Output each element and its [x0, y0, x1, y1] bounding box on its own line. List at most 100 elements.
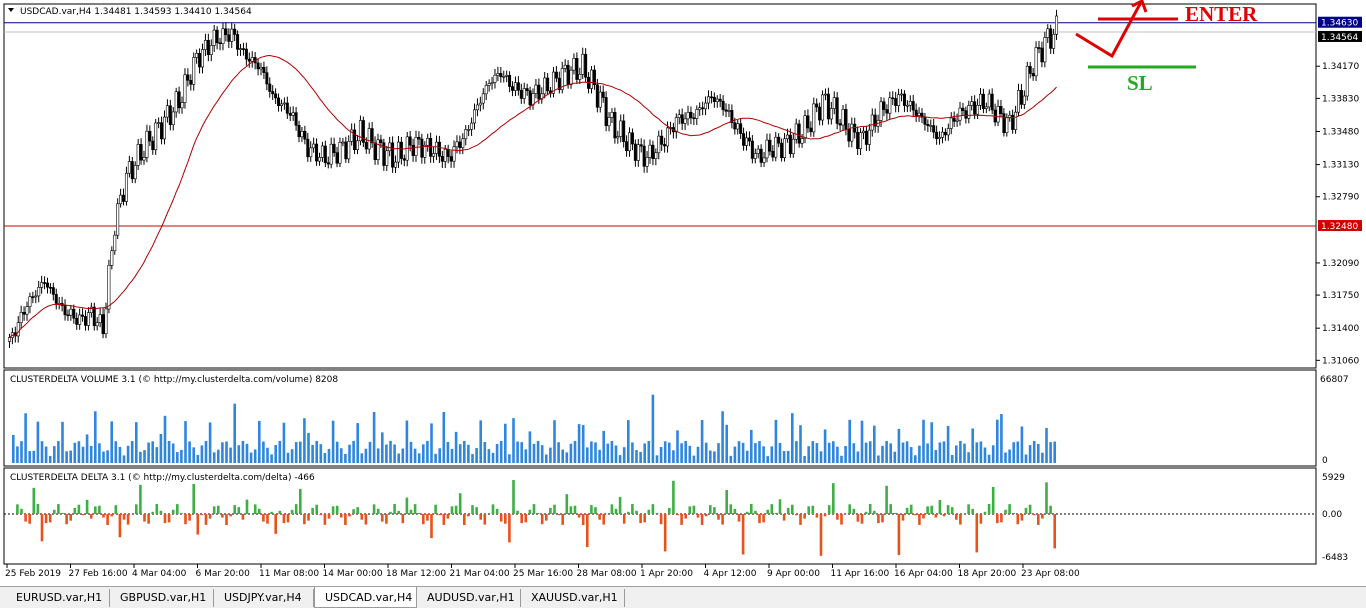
- enter-arrow-icon: [1075, 3, 1142, 59]
- candle-body: [648, 144, 652, 158]
- volume-bar: [750, 429, 753, 463]
- delta-bar-negative: [823, 514, 827, 517]
- delta-bar-negative: [106, 514, 109, 525]
- candle-body: [891, 97, 895, 100]
- candle-body: [28, 296, 32, 308]
- delta-bar-positive: [573, 505, 577, 514]
- delta-bar-negative: [557, 514, 560, 516]
- delta-bar-positive: [16, 504, 19, 514]
- candle-body: [601, 91, 605, 98]
- volume-bar: [471, 454, 474, 463]
- tab-audusd[interactable]: AUDUSD.var,H1: [417, 589, 521, 607]
- delta-bar-positive: [311, 507, 314, 514]
- delta-bar-positive: [647, 509, 651, 514]
- candle-body: [850, 123, 854, 142]
- delta-bar-negative: [385, 514, 388, 524]
- volume-bar: [463, 440, 466, 463]
- candle-body: [882, 101, 886, 110]
- delta-bar-positive: [434, 504, 437, 514]
- delta-bar-positive: [20, 508, 23, 514]
- volume-bar: [512, 418, 515, 463]
- delta-bar-positive: [889, 504, 892, 514]
- delta-bar-positive: [192, 483, 195, 514]
- candle-body: [317, 157, 321, 162]
- tab-usdcad[interactable]: USDCAD.var,H4: [314, 587, 417, 608]
- candle-body: [315, 143, 319, 162]
- delta-bar-positive: [73, 507, 77, 514]
- candle-body: [709, 96, 713, 99]
- delta-bar-negative: [229, 514, 232, 517]
- chart-window[interactable]: 1.34170 1.33830 1.33480 1.33130 1.32790 1.320…: [0, 0, 1366, 608]
- candle-body: [180, 102, 184, 109]
- delta-bar-positive: [950, 507, 954, 514]
- volume-bar: [130, 441, 134, 463]
- delta-bar-negative: [28, 514, 31, 524]
- candle-body: [303, 130, 307, 140]
- candle-body: [838, 123, 842, 126]
- volume-bar: [504, 423, 507, 463]
- volume-bar: [89, 445, 93, 463]
- delta-bar-negative: [196, 514, 200, 535]
- candle-body: [7, 337, 11, 342]
- candle-body: [718, 98, 722, 102]
- volume-bar: [532, 443, 536, 463]
- volume-bar: [32, 450, 36, 463]
- volume-bar: [561, 449, 564, 463]
- chart-menu-arrow-icon[interactable]: [8, 8, 14, 12]
- delta-bar-positive: [848, 504, 851, 514]
- candle-body: [113, 234, 117, 252]
- candle-body: [16, 322, 20, 337]
- candle-body: [572, 58, 576, 71]
- delta-bar-positive: [389, 511, 392, 514]
- candle-body: [856, 131, 860, 149]
- tab-usdjpy[interactable]: USDJPY.var,H4: [214, 589, 314, 607]
- delta-bar-negative: [581, 514, 585, 525]
- volume-pane-title: CLUSTERDELTA VOLUME 3.1 (© http://my.clu…: [10, 375, 338, 385]
- volume-bar: [618, 455, 622, 463]
- candle-body: [347, 141, 351, 160]
- volume-bar: [606, 443, 610, 463]
- delta-bar-positive: [725, 489, 728, 514]
- volume-bar: [840, 455, 843, 463]
- volume-bar: [208, 422, 212, 463]
- candle-body: [1028, 66, 1032, 74]
- delta-bar-negative: [422, 514, 425, 525]
- enter-label: ENTER: [1185, 2, 1258, 26]
- delta-bar-positive: [569, 506, 573, 514]
- delta-bar-positive: [864, 511, 868, 514]
- candle-body: [1046, 28, 1050, 38]
- volume-bar: [434, 453, 437, 463]
- candle-body: [932, 125, 936, 133]
- candle-body: [733, 122, 737, 130]
- volume-bar: [61, 421, 64, 463]
- tab-gbpusd[interactable]: GBPUSD.var,H1: [110, 589, 214, 607]
- candle-body: [589, 69, 593, 89]
- delta-bar-negative: [836, 514, 839, 520]
- price-pane-title: USDCAD.var,H4 1.34481 1.34593 1.34410 1.…: [20, 7, 252, 17]
- candle-body: [203, 39, 207, 50]
- delta-bar-positive: [938, 499, 942, 514]
- tab-eurusd[interactable]: EURUSD.var,H1: [6, 589, 110, 607]
- delta-bar-negative: [69, 514, 72, 521]
- delta-bar-negative: [504, 514, 507, 524]
- volume-bar: [417, 453, 421, 463]
- delta-bar-negative: [340, 514, 343, 518]
- delta-bar-negative: [274, 514, 277, 534]
- candle-body: [821, 94, 825, 121]
- volume-bar: [573, 440, 577, 463]
- candle-body: [914, 109, 918, 116]
- volume-bar: [893, 451, 897, 463]
- tab-xauusd[interactable]: XAUUSD.var,H1: [521, 589, 625, 607]
- candle-body: [1014, 111, 1018, 130]
- candle-body: [616, 136, 620, 139]
- volume-bar: [680, 443, 683, 463]
- delta-bar-negative: [200, 514, 204, 516]
- candle-body: [81, 314, 85, 317]
- volume-bar: [442, 411, 446, 463]
- volume-bar: [860, 420, 864, 463]
- delta-bar-negative: [520, 514, 523, 524]
- candle-body: [449, 156, 453, 162]
- delta-bar-negative: [163, 514, 167, 524]
- candle-body: [48, 286, 52, 289]
- candle-body: [1017, 90, 1021, 113]
